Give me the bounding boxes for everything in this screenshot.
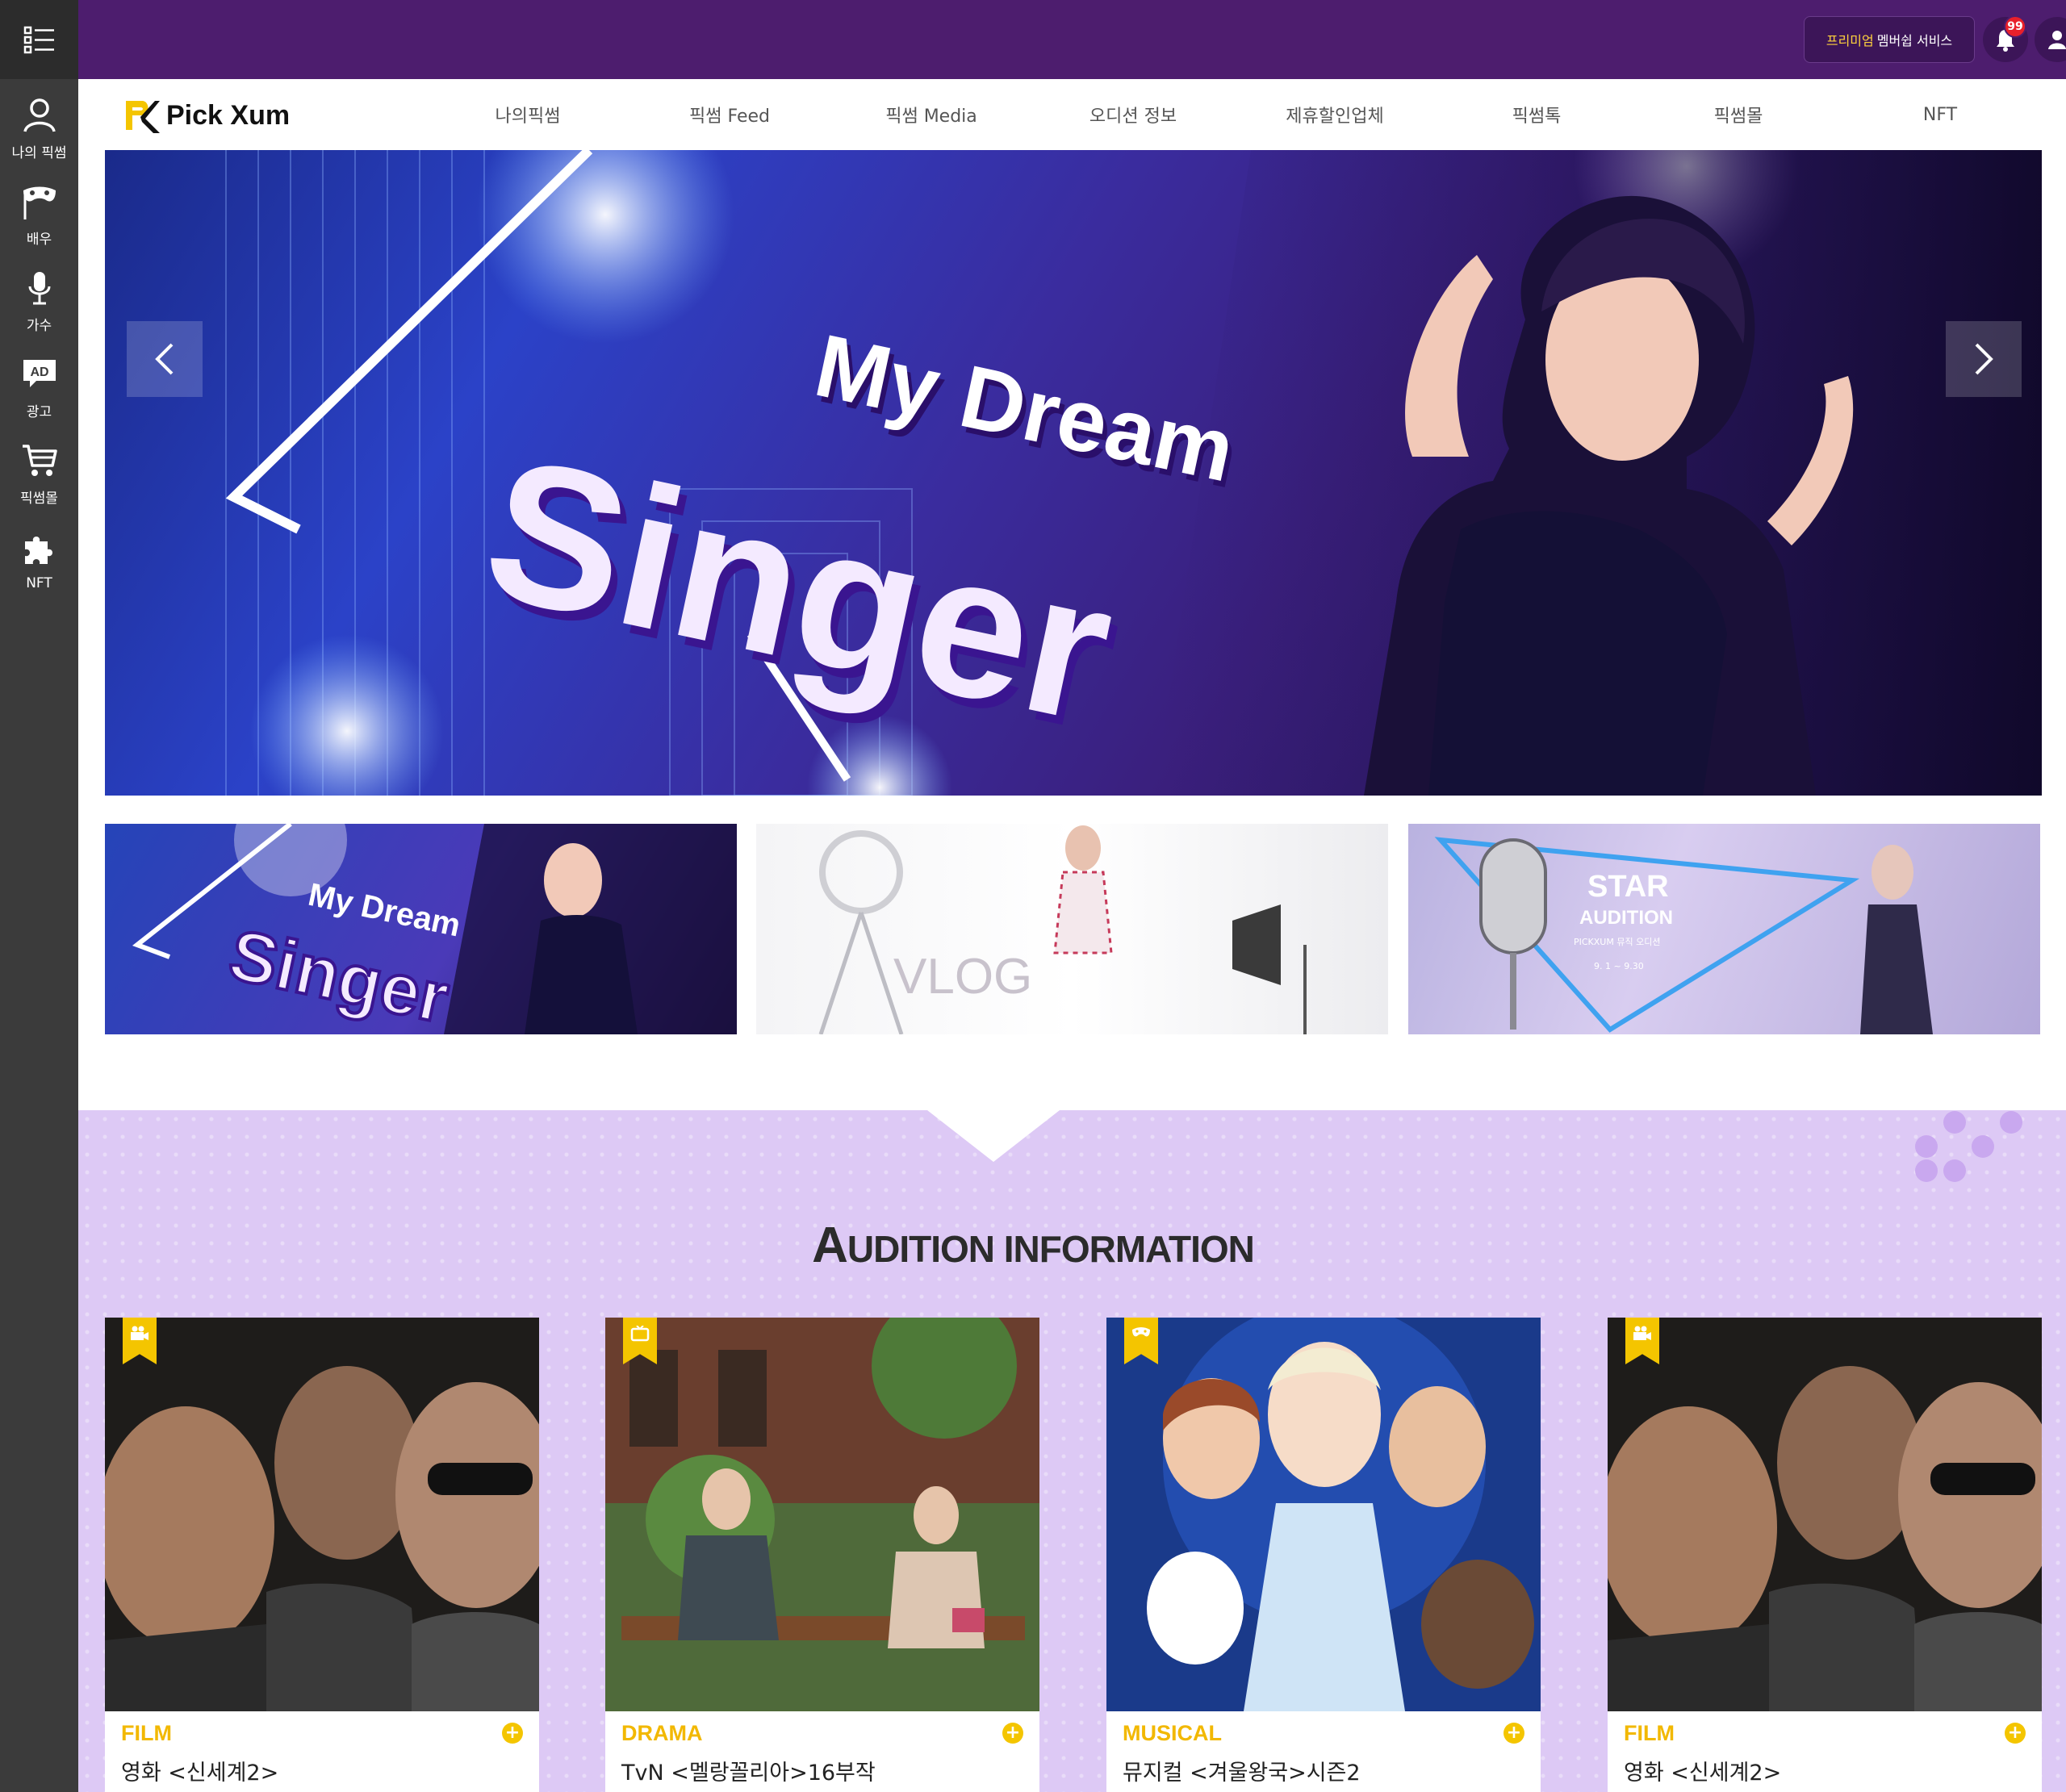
- nav-pickxum-media[interactable]: 픽썸 Media: [851, 79, 1012, 150]
- banner-vlog[interactable]: VLOG: [756, 824, 1388, 1034]
- sidebar-item-singer[interactable]: 가수: [0, 258, 78, 345]
- sidebar-item-ad[interactable]: AD 광고: [0, 345, 78, 431]
- audition-card[interactable]: FILM + 영화 <신세계2>: [1608, 1318, 2042, 1792]
- poster-musical-art: [1106, 1318, 1541, 1711]
- nav-nft[interactable]: NFT: [1859, 79, 2021, 150]
- banner-star-line1: STAR: [1587, 870, 1669, 904]
- sidebar-item-label: NFT: [26, 574, 52, 591]
- card-category: DRAMA: [621, 1721, 703, 1745]
- banner-my-dream-singer[interactable]: My Dream Singer: [105, 824, 737, 1034]
- audition-card[interactable]: DRAMA + TvN <멜랑꼴리아>16부작: [605, 1318, 1039, 1792]
- nav-audition-info[interactable]: 오디션 정보: [1052, 79, 1214, 150]
- audition-title: AUDITION INFORMATION: [0, 1217, 2066, 1274]
- banner-star-audition[interactable]: STAR AUDITION PICKXUM 뮤직 오디션 9. 1 ~ 9.30: [1408, 824, 2040, 1034]
- hero-banner[interactable]: My Dream My Dream Singer Singer: [105, 150, 2042, 796]
- banner-artwork: VLOG: [818, 825, 1307, 1034]
- banner-star-line2: AUDITION: [1579, 907, 1673, 929]
- premium-label: 멤버쉽 서비스: [1876, 33, 1953, 48]
- banner-star-line3: PICKXUM 뮤직 오디션: [1574, 937, 1660, 947]
- menu-button[interactable]: [0, 0, 78, 79]
- tv-icon: [630, 1326, 650, 1342]
- hero-title-line1-fill: My Dream: [807, 315, 1243, 501]
- sidebar-item-label: 가수: [26, 318, 52, 334]
- card-title: 영화 <신세계2>: [1624, 1761, 1782, 1786]
- hero-artwork: My Dream My Dream Singer Singer: [225, 150, 2042, 796]
- premium-label-highlight: 프리미엄: [1826, 33, 1874, 48]
- top-bar: 프리미엄 멤버쉽 서비스 99: [78, 0, 2066, 79]
- sidebar-item-label: 픽썸몰: [20, 491, 58, 507]
- user-profile-button[interactable]: [2035, 17, 2066, 62]
- notification-badge: 99: [2004, 15, 2026, 38]
- notification-button[interactable]: 99: [1983, 15, 2028, 62]
- chevron-right-icon: [1975, 343, 1993, 375]
- nav-pickxum-mall[interactable]: 픽썸몰: [1658, 79, 1819, 150]
- sidebar-item-label: 배우: [26, 232, 52, 248]
- ad-icon: AD: [23, 360, 56, 387]
- banner-star-dates: 9. 1 ~ 9.30: [1594, 961, 1644, 971]
- premium-membership-button[interactable]: 프리미엄 멤버쉽 서비스: [1804, 16, 1975, 63]
- card-poster: [605, 1318, 1039, 1711]
- sidebar-item-label: 나의 픽썸: [11, 145, 67, 161]
- audition-title-initial: A: [812, 1218, 848, 1273]
- poster-film-art: [105, 1318, 539, 1711]
- user-icon: [23, 98, 56, 132]
- pickxum-logo[interactable]: Pick Xum: [123, 95, 290, 136]
- card-poster: [1608, 1318, 2042, 1711]
- card-category: FILM: [121, 1721, 172, 1745]
- audition-card[interactable]: MUSICAL + 뮤지컬 <겨울왕국>시즌2: [1106, 1318, 1541, 1792]
- plus-icon[interactable]: +: [2005, 1723, 2026, 1744]
- hero-next-button[interactable]: [1946, 321, 2022, 397]
- sidebar-item-my-pickxum[interactable]: 나의 픽썸: [0, 86, 78, 172]
- mask-icon: [23, 186, 56, 219]
- poster-film-art: [1608, 1318, 2042, 1711]
- film-camera-icon: [131, 1326, 148, 1340]
- nav-my-pickxum[interactable]: 나의픽썸: [447, 79, 609, 150]
- chevron-left-icon: [155, 343, 174, 375]
- nav-partner-discounts[interactable]: 제휴할인업체: [1254, 79, 1416, 150]
- left-rail: 나의 픽썸 배우 가수 AD 광고 픽썸몰 NFT: [0, 0, 78, 1792]
- plus-icon[interactable]: +: [502, 1723, 523, 1744]
- sidebar-item-actor[interactable]: 배우: [0, 172, 78, 258]
- main-nav: Pick Xum 나의픽썸 픽썸 Feed 픽썸 Media 오디션 정보 제휴…: [78, 79, 2066, 150]
- card-poster: [1106, 1318, 1541, 1711]
- logo-text: Pick Xum: [166, 99, 291, 131]
- hero-prev-button[interactable]: [127, 321, 203, 397]
- card-title: TvN <멜랑꼴리아>16부작: [621, 1761, 876, 1786]
- film-camera-icon: [1633, 1326, 1651, 1340]
- banner-artwork: STAR AUDITION PICKXUM 뮤직 오디션 9. 1 ~ 9.30: [1434, 837, 1933, 1034]
- nav-pickxum-feed[interactable]: 픽썸 Feed: [649, 79, 810, 150]
- user-icon: [2048, 31, 2066, 49]
- plus-icon[interactable]: +: [1002, 1723, 1023, 1744]
- menu-list-icon: [23, 26, 54, 54]
- card-title: 뮤지컬 <겨울왕국>시즌2: [1123, 1761, 1361, 1786]
- nav-pickxum-talk[interactable]: 픽썸톡: [1456, 79, 1617, 150]
- cart-icon: [22, 445, 57, 476]
- decorative-dots: [1915, 1111, 2022, 1182]
- card-title: 영화 <신세계2>: [121, 1761, 279, 1786]
- mask-icon: [1132, 1327, 1150, 1337]
- audition-card[interactable]: FILM + 영화 <신세계2>: [105, 1318, 539, 1792]
- section-notch: [927, 1110, 1060, 1162]
- audition-title-rest: UDITION INFORMATION: [847, 1228, 1255, 1270]
- svg-text:AD: AD: [30, 366, 48, 379]
- plus-icon[interactable]: +: [1503, 1723, 1524, 1744]
- card-category: MUSICAL: [1123, 1721, 1222, 1745]
- banner-artwork: My Dream Singer: [132, 824, 737, 1034]
- sidebar-item-mall[interactable]: 픽썸몰: [0, 431, 78, 517]
- banner-vlog-text: VLOG: [893, 949, 1032, 1005]
- microphone-icon: [28, 272, 50, 305]
- card-poster: [105, 1318, 539, 1711]
- sidebar-item-label: 광고: [26, 404, 52, 420]
- sidebar-item-nft[interactable]: NFT: [0, 517, 78, 604]
- poster-drama-art: [605, 1318, 1039, 1711]
- card-category: FILM: [1624, 1721, 1675, 1745]
- puzzle-icon: [24, 536, 52, 564]
- pickxum-logo-mark: [126, 101, 160, 133]
